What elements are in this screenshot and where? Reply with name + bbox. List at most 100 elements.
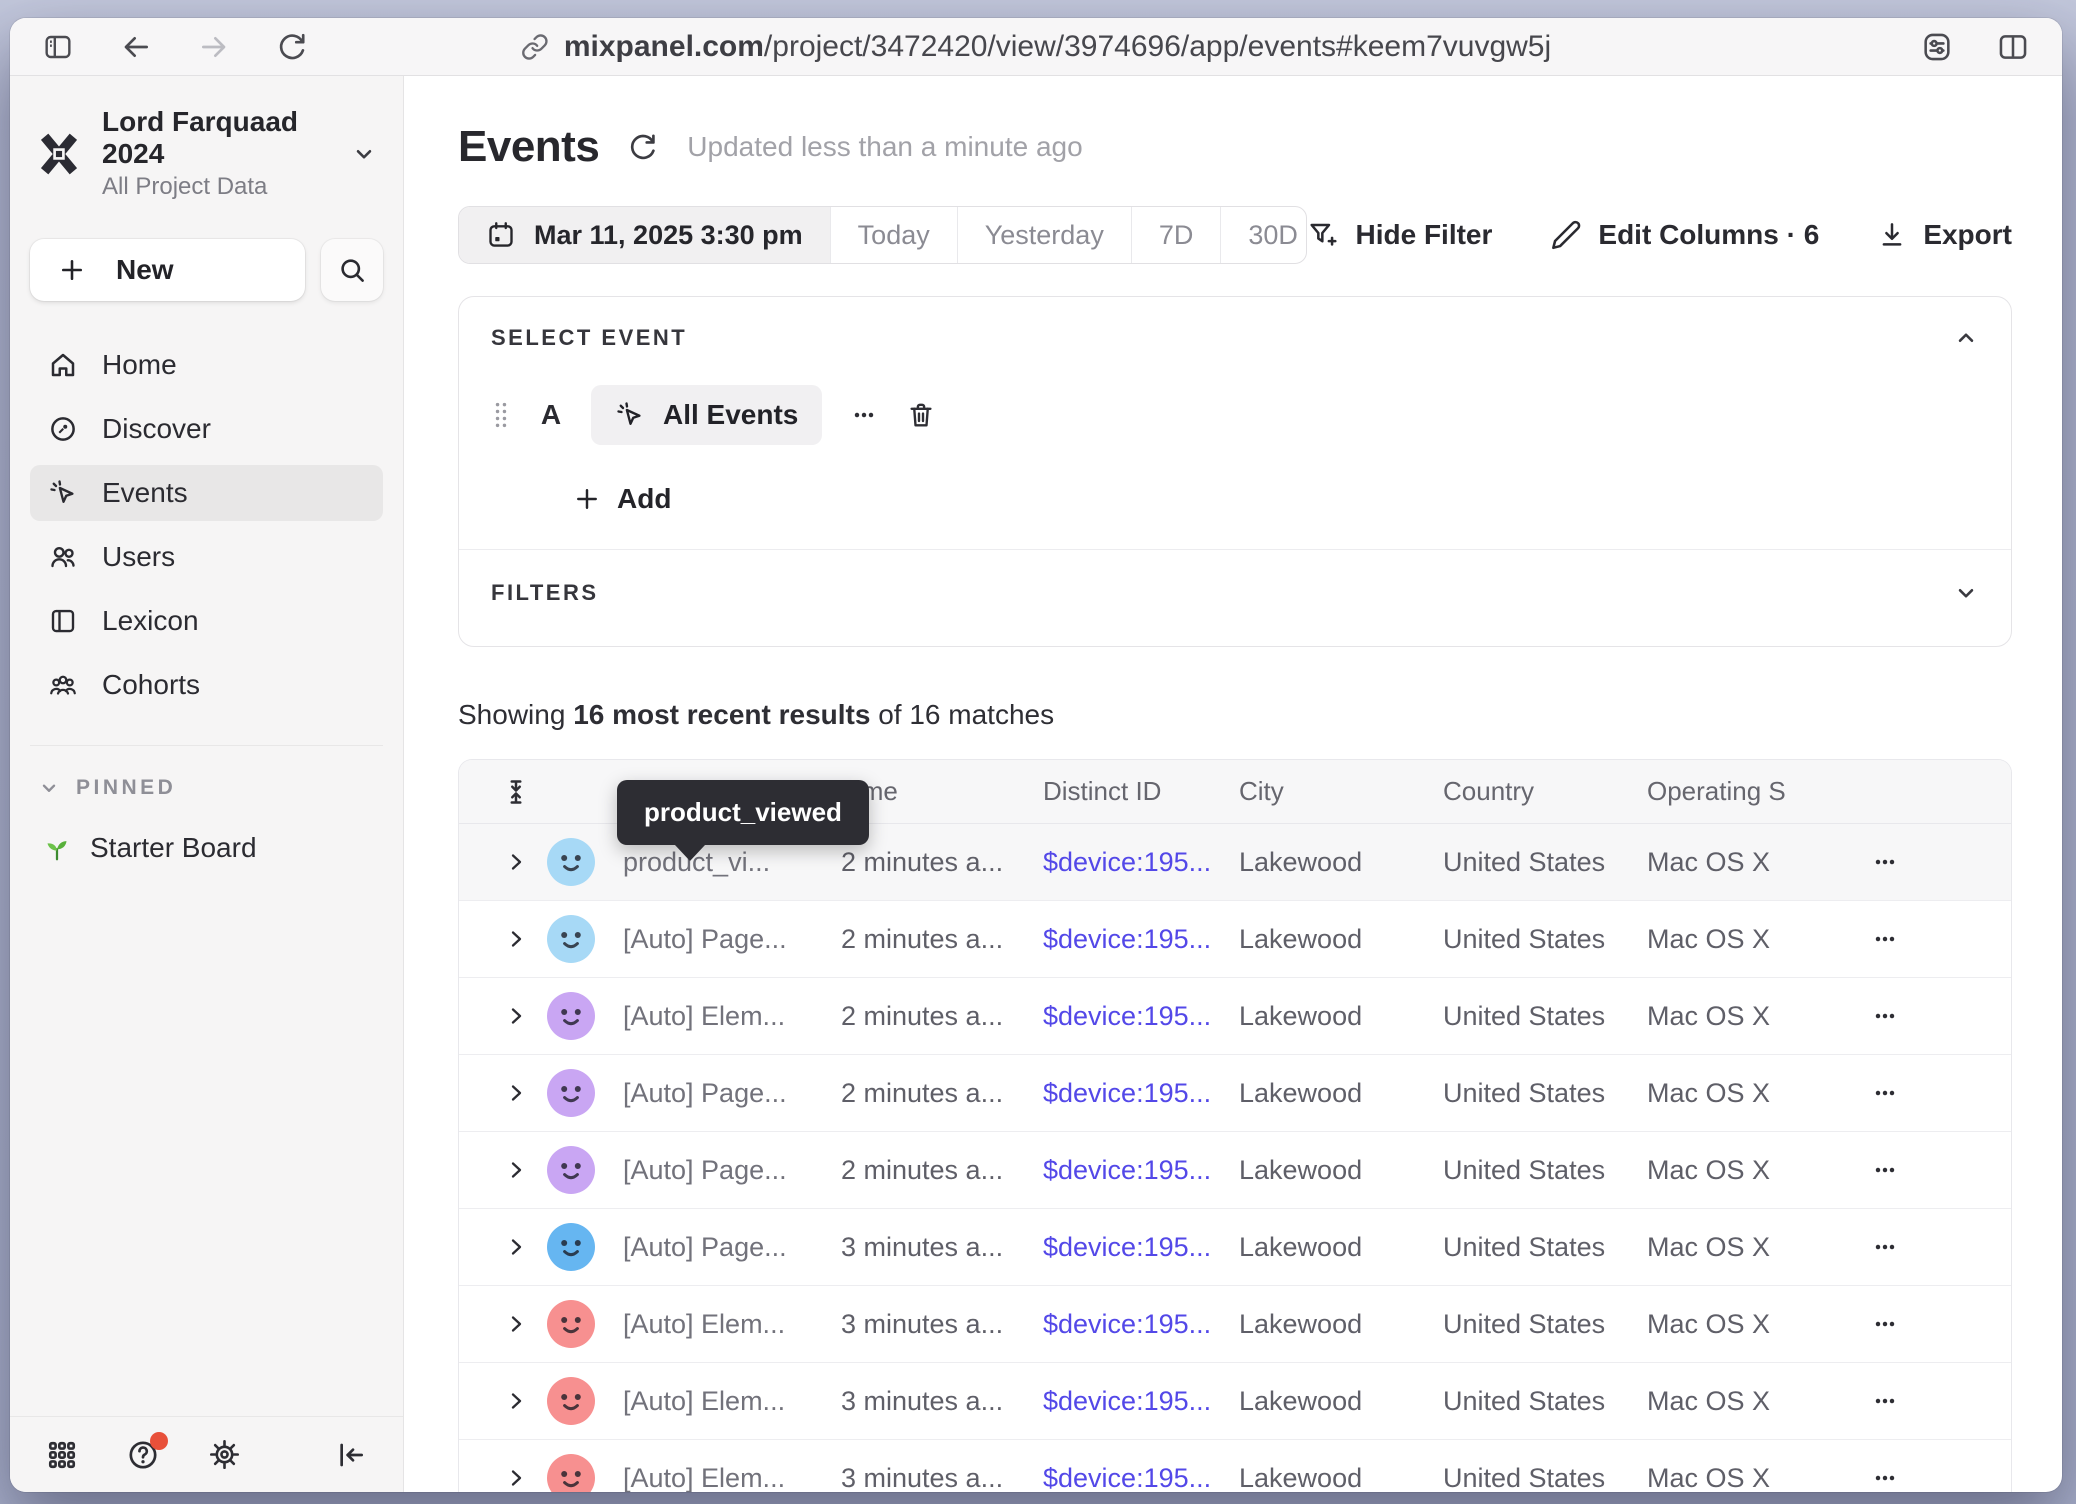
sidebar-item-discover[interactable]: Discover — [30, 401, 383, 457]
expand-row-icon[interactable] — [485, 1389, 547, 1413]
cell-os: Mac OS X — [1647, 1309, 1837, 1340]
drag-handle-icon[interactable] — [491, 400, 511, 430]
reader-settings-icon[interactable] — [1920, 30, 1954, 64]
group-icon — [48, 670, 78, 700]
table-row[interactable]: [Auto] Elem... 3 minutes a... $device:19… — [459, 1363, 2011, 1440]
date-picker-button[interactable]: Mar 11, 2025 3:30 pm — [459, 207, 831, 263]
cell-distinct-id[interactable]: $device:195... — [1043, 1001, 1239, 1032]
expand-row-icon[interactable] — [485, 1158, 547, 1182]
split-view-icon[interactable] — [1996, 30, 2030, 64]
collapse-rows-icon[interactable] — [485, 777, 547, 807]
range-button[interactable]: 30D — [1221, 207, 1307, 263]
cell-distinct-id[interactable]: $device:195... — [1043, 924, 1239, 955]
cell-event-name: [Auto] Elem... — [623, 1386, 841, 1417]
new-button[interactable]: New — [30, 239, 305, 301]
pinned-header[interactable]: PINNED — [30, 776, 383, 800]
column-distinct-id[interactable]: Distinct ID — [1043, 776, 1239, 807]
sidebar-item-events[interactable]: Events — [30, 465, 383, 521]
search-button[interactable] — [321, 239, 383, 301]
collapse-sidebar-icon[interactable] — [335, 1439, 367, 1471]
chevron-up-icon[interactable] — [1953, 325, 1979, 351]
table-row[interactable]: [Auto] Page... 2 minutes a... $device:19… — [459, 901, 2011, 978]
expand-row-icon[interactable] — [485, 1004, 547, 1028]
all-events-chip[interactable]: All Events — [591, 385, 822, 445]
results-summary: Showing 16 most recent results of 16 mat… — [458, 699, 2012, 731]
expand-row-icon[interactable] — [485, 1235, 547, 1259]
cell-distinct-id[interactable]: $device:195... — [1043, 1232, 1239, 1263]
sidebar-item-cohorts[interactable]: Cohorts — [30, 657, 383, 713]
sidebar-item-label: Home — [102, 349, 177, 381]
cell-country: United States — [1443, 1078, 1647, 1109]
reload-icon[interactable] — [276, 31, 308, 63]
expand-row-icon[interactable] — [485, 927, 547, 951]
table-row[interactable]: [Auto] Page... 2 minutes a... $device:19… — [459, 1055, 2011, 1132]
refresh-icon[interactable] — [627, 131, 659, 163]
cell-distinct-id[interactable]: $device:195... — [1043, 1463, 1239, 1493]
hide-filter-button[interactable]: Hide Filter — [1307, 219, 1492, 251]
sidebar-item-home[interactable]: Home — [30, 337, 383, 393]
apps-grid-icon[interactable] — [46, 1439, 78, 1471]
row-actions-icon[interactable] — [1837, 1310, 2011, 1338]
add-event-button[interactable]: Add — [573, 483, 1979, 515]
export-label: Export — [1923, 219, 2012, 251]
forward-icon[interactable] — [198, 31, 230, 63]
row-actions-icon[interactable] — [1837, 1079, 2011, 1107]
cell-distinct-id[interactable]: $device:195... — [1043, 1386, 1239, 1417]
table-row[interactable]: [Auto] Elem... 2 minutes a... $device:19… — [459, 978, 2011, 1055]
row-actions-icon[interactable] — [1837, 848, 2011, 876]
select-event-label: SELECT EVENT — [491, 325, 687, 351]
cell-time: 2 minutes a... — [841, 924, 1043, 955]
range-button[interactable]: 7D — [1132, 207, 1222, 263]
gear-icon[interactable] — [208, 1438, 241, 1471]
table-row[interactable]: [Auto] Elem... 3 minutes a... $device:19… — [459, 1286, 2011, 1363]
row-actions-icon[interactable] — [1837, 925, 2011, 953]
pinned-label: PINNED — [76, 776, 176, 800]
column-city[interactable]: City — [1239, 776, 1443, 807]
sidebar-item-label: Discover — [102, 413, 211, 445]
row-actions-icon[interactable] — [1837, 1233, 2011, 1261]
range-button[interactable]: Today — [831, 207, 958, 263]
address-bar[interactable]: mixpanel.com/project/3472420/view/397469… — [521, 30, 1551, 64]
back-icon[interactable] — [120, 31, 152, 63]
cell-event-name: [Auto] Page... — [623, 924, 841, 955]
expand-row-icon[interactable] — [485, 1081, 547, 1105]
edit-columns-button[interactable]: Edit Columns · 6 — [1550, 219, 1819, 251]
row-actions-icon[interactable] — [1837, 1002, 2011, 1030]
cell-city: Lakewood — [1239, 1155, 1443, 1186]
chevron-down-icon[interactable] — [1953, 580, 1979, 606]
sidebar-item-starter-board[interactable]: Starter Board — [30, 832, 383, 864]
more-options-icon[interactable] — [850, 401, 878, 429]
sidebar-item-users[interactable]: Users — [30, 529, 383, 585]
range-button[interactable]: Yesterday — [958, 207, 1132, 263]
query-builder-card: SELECT EVENT A — [458, 296, 2012, 647]
sidebar-item-lexicon[interactable]: Lexicon — [30, 593, 383, 649]
browser-sidebar-toggle-icon[interactable] — [42, 31, 74, 63]
event-avatar — [547, 1223, 595, 1271]
cell-country: United States — [1443, 1309, 1647, 1340]
trash-icon[interactable] — [906, 400, 936, 430]
pinned-section: PINNED Starter Board — [30, 745, 383, 864]
help-button[interactable] — [126, 1438, 160, 1472]
export-button[interactable]: Export — [1877, 219, 2012, 251]
cell-distinct-id[interactable]: $device:195... — [1043, 1155, 1239, 1186]
cell-distinct-id[interactable]: $device:195... — [1043, 1078, 1239, 1109]
row-actions-icon[interactable] — [1837, 1387, 2011, 1415]
row-actions-icon[interactable] — [1837, 1156, 2011, 1184]
project-switcher[interactable]: Lord Farquaad 2024 All Project Data — [30, 104, 383, 203]
cell-city: Lakewood — [1239, 1463, 1443, 1493]
cell-distinct-id[interactable]: $device:195... — [1043, 847, 1239, 878]
cell-distinct-id[interactable]: $device:195... — [1043, 1309, 1239, 1340]
table-row[interactable]: [Auto] Page... 3 minutes a... $device:19… — [459, 1209, 2011, 1286]
table-row[interactable]: [Auto] Elem... 3 minutes a... $device:19… — [459, 1440, 2011, 1492]
column-country[interactable]: Country — [1443, 776, 1647, 807]
expand-row-icon[interactable] — [485, 1466, 547, 1490]
plus-icon — [573, 485, 601, 513]
project-name: Lord Farquaad 2024 — [102, 106, 331, 170]
column-operating-system[interactable]: Operating S — [1647, 776, 1837, 807]
expand-row-icon[interactable] — [485, 1312, 547, 1336]
row-actions-icon[interactable] — [1837, 1464, 2011, 1492]
table-row[interactable]: [Auto] Page... 2 minutes a... $device:19… — [459, 1132, 2011, 1209]
expand-row-icon[interactable] — [485, 850, 547, 874]
browser-window: mixpanel.com/project/3472420/view/397469… — [10, 18, 2062, 1492]
column-time[interactable]: Time — [841, 776, 1043, 807]
